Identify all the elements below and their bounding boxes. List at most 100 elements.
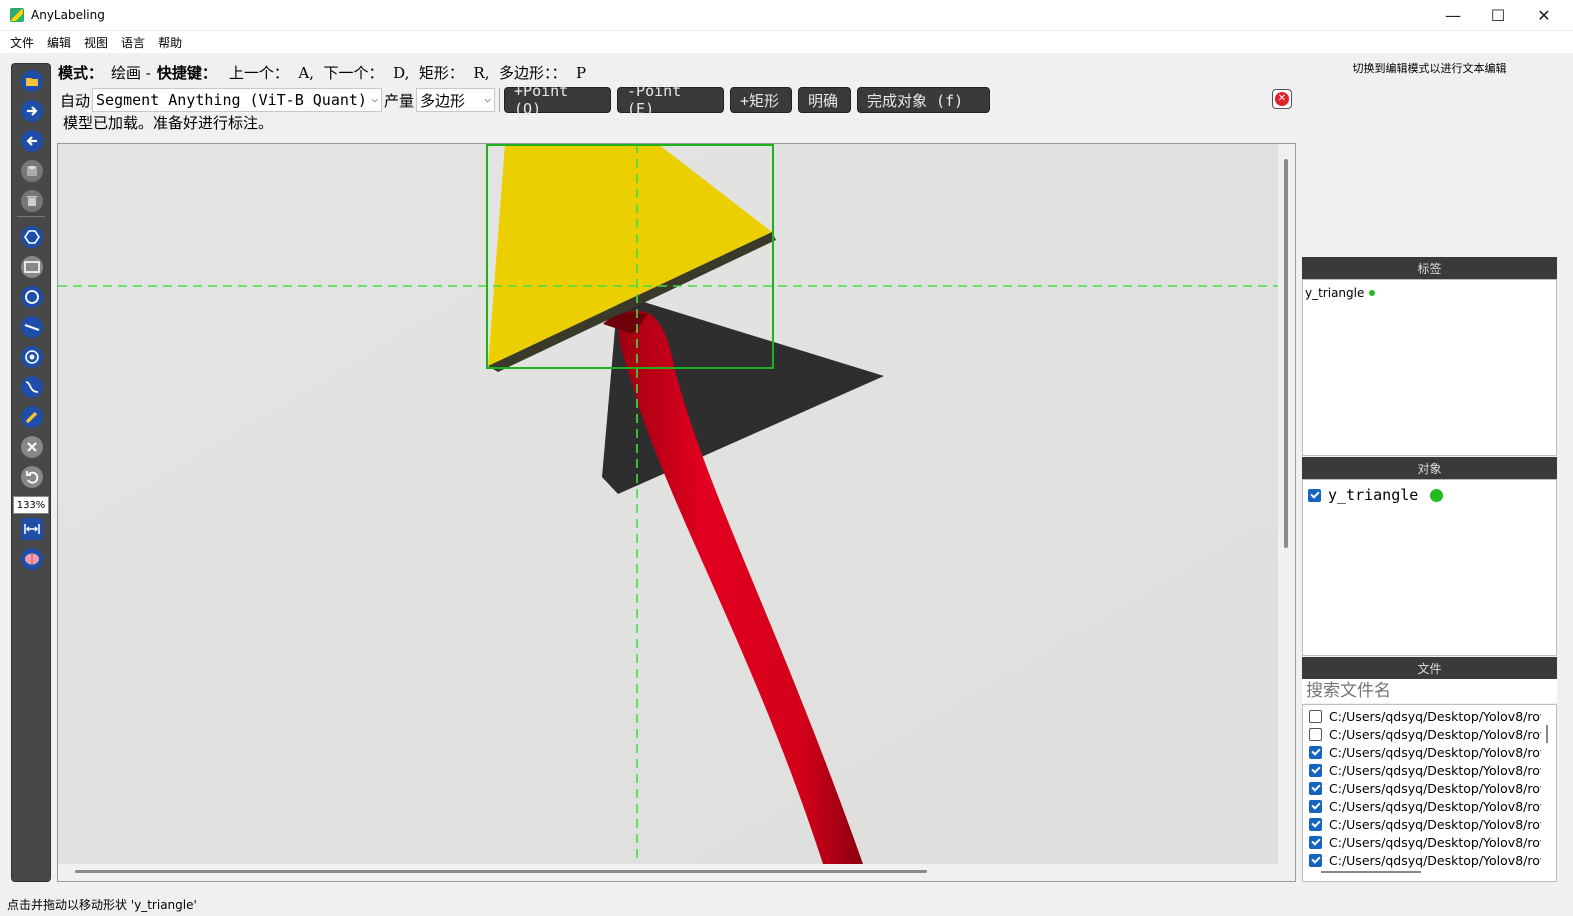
open-folder-icon[interactable] [21, 70, 43, 92]
circle-icon[interactable] [21, 286, 43, 308]
objects-dock-title: 对象 [1302, 457, 1557, 479]
file-list-item[interactable]: C:/Users/qdsyq/Desktop/Yolov8/rows [1309, 851, 1541, 869]
auto-label-row: 自动 Segment Anything (ViT-B Quant) ⌵ 产量 多… [60, 82, 991, 118]
labels-dock-title: 标签 [1302, 257, 1557, 279]
file-list: C:/Users/qdsyq/Desktop/Yolov8/rows C:/Us… [1302, 704, 1557, 882]
file-path: C:/Users/qdsyq/Desktop/Yolov8/rows [1329, 708, 1541, 724]
undo-icon[interactable] [21, 466, 43, 488]
mode-line: 模式： 绘画 - 快捷键： 上一个： A, 下一个： D, 矩形： R, 多边形… [58, 61, 586, 83]
label-item[interactable]: y_triangle [1305, 286, 1376, 300]
point-icon[interactable] [21, 346, 43, 368]
label-color-dot [1369, 290, 1376, 296]
annotation-canvas[interactable] [57, 143, 1296, 882]
auto-label: 自动 [60, 91, 91, 110]
menu-help[interactable]: 帮助 [152, 34, 188, 51]
file-list-item[interactable]: C:/Users/qdsyq/Desktop/Yolov8/rows [1309, 779, 1541, 797]
file-path: C:/Users/qdsyq/Desktop/Yolov8/rows [1329, 744, 1541, 760]
shortcut-label: 快捷键： [156, 63, 217, 82]
file-list-item[interactable]: C:/Users/qdsyq/Desktop/Yolov8/rows [1309, 815, 1541, 833]
zoom-level[interactable]: 133% [13, 496, 49, 514]
files-dock-title: 文件 [1302, 657, 1557, 679]
file-list-item[interactable]: C:/Users/qdsyq/Desktop/Yolov8/rows [1309, 797, 1541, 815]
mode-value: 绘画 - [111, 63, 151, 82]
edit-icon[interactable] [21, 406, 43, 428]
vertical-scrollbar[interactable] [1284, 159, 1288, 548]
menu-file[interactable]: 文件 [4, 34, 40, 51]
app-logo-icon [10, 8, 24, 22]
menu-view[interactable]: 视图 [78, 34, 114, 51]
brain-icon[interactable] [21, 548, 43, 570]
object-color-dot [1430, 488, 1444, 502]
file-path: C:/Users/qdsyq/Desktop/Yolov8/rows [1329, 852, 1541, 868]
file-path: C:/Users/qdsyq/Desktop/Yolov8/rows [1329, 798, 1541, 814]
image-scene [58, 144, 1278, 864]
file-path: C:/Users/qdsyq/Desktop/Yolov8/rows [1329, 834, 1541, 850]
clear-button[interactable]: 明确 [798, 87, 852, 113]
menu-bar: 文件 编辑 视图 语言 帮助 [0, 31, 1573, 53]
file-path: C:/Users/qdsyq/Desktop/Yolov8/rows [1329, 726, 1541, 742]
file-list-item[interactable]: C:/Users/qdsyq/Desktop/Yolov8/rows [1309, 761, 1541, 779]
save-icon[interactable] [21, 160, 43, 182]
file-checkbox[interactable] [1309, 817, 1322, 831]
file-path: C:/Users/qdsyq/Desktop/Yolov8/rows [1329, 780, 1541, 796]
file-list-item[interactable]: C:/Users/qdsyq/Desktop/Yolov8/rows [1309, 707, 1541, 725]
toolbar-divider [17, 216, 45, 217]
close-icon: ✕ [1275, 92, 1289, 106]
objects-list: y_triangle [1302, 479, 1557, 656]
file-checkbox[interactable] [1309, 835, 1322, 849]
file-path: C:/Users/qdsyq/Desktop/Yolov8/rows [1329, 762, 1541, 778]
file-checkbox[interactable] [1309, 709, 1322, 723]
shortcut-list: 上一个： A, 下一个： D, 矩形： R, 多边形：： P [228, 63, 587, 82]
delete-icon[interactable] [21, 190, 43, 212]
rectangle-icon[interactable] [21, 256, 43, 278]
minimize-button[interactable]: — [1430, 0, 1476, 31]
add-rect-button[interactable]: +矩形 [730, 87, 793, 113]
file-list-hscrollbar[interactable] [1321, 871, 1421, 873]
output-select-value: 多边形 [420, 91, 466, 110]
window-title: AnyLabeling [31, 8, 105, 22]
menu-language[interactable]: 语言 [115, 34, 151, 51]
output-select[interactable]: 多边形 ⌵ [416, 88, 496, 112]
edit-mode-hint: 切换到编辑模式以进行文本编辑 [1352, 62, 1507, 75]
model-select-value: Segment Anything (ViT-B Quant) [96, 91, 367, 109]
file-checkbox[interactable] [1309, 853, 1322, 867]
prev-image-icon[interactable] [21, 130, 43, 152]
chevron-down-icon: ⌵ [484, 92, 492, 105]
linestrip-icon[interactable] [21, 376, 43, 398]
file-search-input[interactable] [1302, 679, 1557, 703]
file-list-item[interactable]: C:/Users/qdsyq/Desktop/Yolov8/rows [1309, 743, 1541, 761]
remove-point-button[interactable]: -Point (E) [617, 82, 725, 118]
label-item-name: y_triangle [1305, 286, 1365, 300]
file-checkbox[interactable] [1309, 763, 1322, 777]
object-item-name: y_triangle [1328, 486, 1419, 504]
horizontal-scrollbar[interactable] [75, 870, 927, 873]
model-status: 模型已加载。准备好进行标注。 [63, 114, 274, 132]
add-point-button[interactable]: +Point (Q) [504, 82, 612, 118]
close-auto-label-button[interactable]: ✕ [1272, 89, 1292, 109]
object-item[interactable]: y_triangle [1308, 486, 1444, 504]
file-list-scrollbar[interactable] [1546, 725, 1548, 743]
file-list-item[interactable]: C:/Users/qdsyq/Desktop/Yolov8/rows [1309, 725, 1541, 743]
labels-list: y_triangle [1302, 279, 1557, 456]
next-image-icon[interactable] [21, 100, 43, 122]
file-checkbox[interactable] [1309, 727, 1322, 741]
output-label: 产量 [384, 91, 415, 110]
mode-label: 模式： [58, 63, 104, 82]
cancel-icon[interactable] [21, 436, 43, 458]
finish-object-button[interactable]: 完成对象 (f) [857, 87, 991, 113]
file-checkbox[interactable] [1309, 799, 1322, 813]
row-divider [499, 88, 501, 112]
file-list-item[interactable]: C:/Users/qdsyq/Desktop/Yolov8/rows [1309, 833, 1541, 851]
close-window-button[interactable]: ✕ [1521, 0, 1567, 31]
title-bar: AnyLabeling — ☐ ✕ [0, 0, 1573, 31]
maximize-button[interactable]: ☐ [1475, 0, 1521, 31]
line-icon[interactable] [21, 316, 43, 338]
polygon-icon[interactable] [21, 226, 43, 248]
file-checkbox[interactable] [1309, 745, 1322, 759]
model-select[interactable]: Segment Anything (ViT-B Quant) ⌵ [92, 88, 383, 112]
menu-edit[interactable]: 编辑 [41, 34, 77, 51]
object-visibility-checkbox[interactable] [1308, 488, 1321, 502]
status-bar: 点击并拖动以移动形状 'y_triangle' [0, 893, 1573, 916]
file-checkbox[interactable] [1309, 781, 1322, 795]
fit-width-icon[interactable] [21, 518, 43, 540]
